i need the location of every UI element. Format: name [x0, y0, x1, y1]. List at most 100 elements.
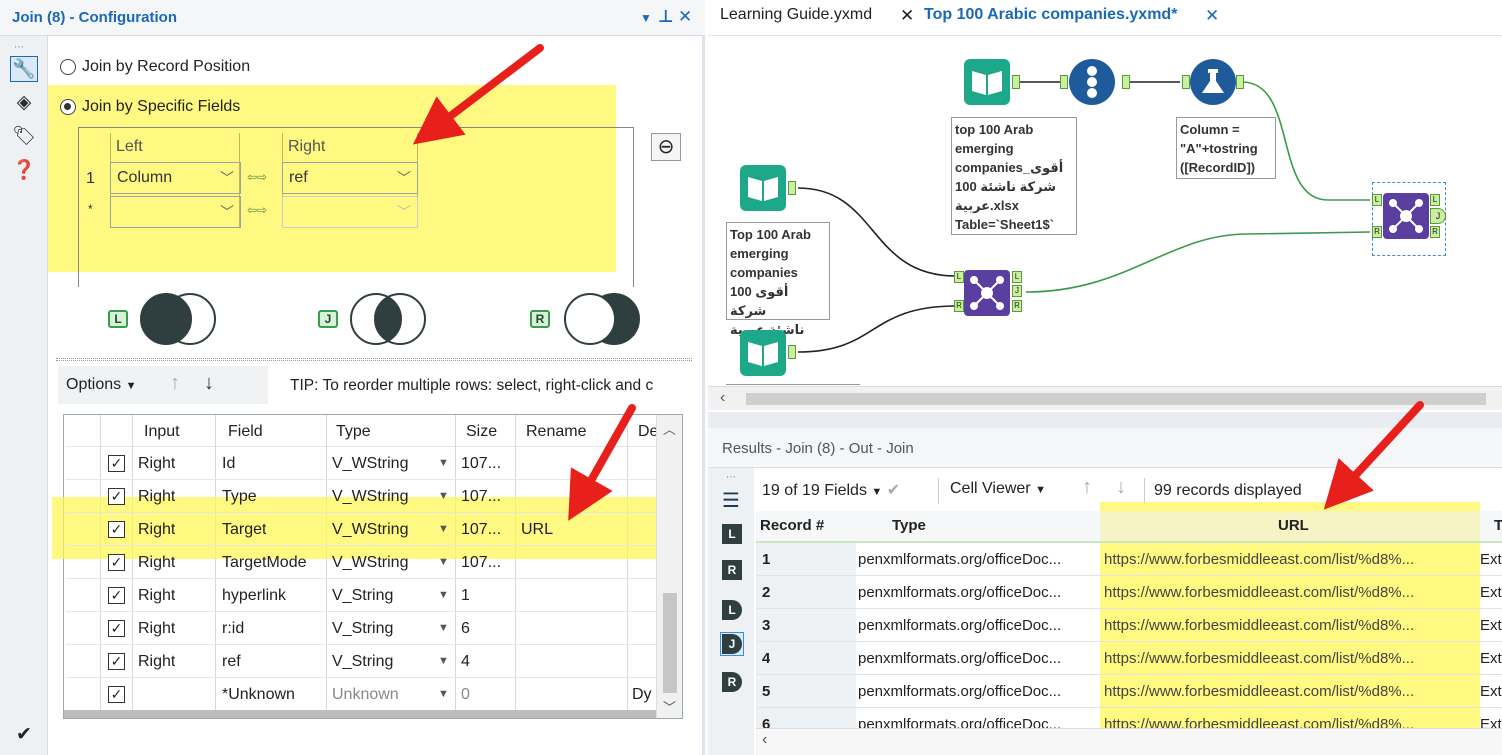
- input-book-icon[interactable]: [740, 330, 786, 376]
- left-output-port[interactable]: L: [1430, 194, 1440, 206]
- scroll-left-icon[interactable]: ‹: [720, 389, 725, 407]
- checkbox[interactable]: ✓: [108, 554, 125, 571]
- table-row[interactable]: ✓ Right Target V_WString ▼ 107... URL: [66, 513, 656, 546]
- cell-type[interactable]: Unknown: [332, 678, 399, 711]
- join-node-icon[interactable]: [964, 270, 1010, 316]
- cell-t[interactable]: Ext: [1480, 543, 1502, 576]
- chevron-down-icon[interactable]: ▼: [438, 513, 449, 546]
- cell-size[interactable]: 107...: [461, 513, 501, 546]
- cell-size[interactable]: 107...: [461, 447, 501, 480]
- scroll-thumb[interactable]: [746, 393, 1486, 405]
- checkbox[interactable]: ✓: [108, 587, 125, 604]
- help-icon[interactable]: ❓: [10, 158, 38, 184]
- navigate-icon[interactable]: ◈: [10, 90, 38, 116]
- table-row[interactable]: ✓ *Unknown Unknown ▼ 0 Dy: [66, 678, 656, 711]
- header-type[interactable]: Type: [892, 509, 926, 542]
- table-row[interactable]: ✓ Right Type V_WString ▼ 107...: [66, 480, 656, 513]
- formula-flask-icon[interactable]: [1190, 59, 1236, 105]
- header-field[interactable]: Field: [228, 415, 263, 448]
- right-input-port[interactable]: R: [1372, 226, 1382, 238]
- inner-join-venn-icon[interactable]: [342, 291, 462, 347]
- l-anchor-icon[interactable]: L: [722, 524, 742, 544]
- header-url[interactable]: URL: [1278, 509, 1309, 542]
- vertical-scrollbar[interactable]: ︿ ﹀: [656, 415, 682, 718]
- cell-t[interactable]: Ext: [1480, 675, 1502, 708]
- move-down-icon[interactable]: ↓: [204, 372, 214, 395]
- cell-rename[interactable]: URL: [521, 513, 553, 546]
- r-output-icon[interactable]: R: [722, 672, 742, 692]
- table-row[interactable]: 2 penxmlformats.org/officeDoc... https://w…: [756, 576, 1502, 609]
- checkbox[interactable]: ✓: [108, 521, 125, 538]
- chevron-down-icon[interactable]: ▼: [438, 480, 449, 513]
- left-input-port[interactable]: L: [1372, 194, 1382, 206]
- output-port[interactable]: [788, 181, 796, 195]
- input-port[interactable]: [1060, 75, 1068, 89]
- cell-size[interactable]: 107...: [461, 546, 501, 579]
- chevron-down-icon[interactable]: ▼: [438, 546, 449, 579]
- scroll-up-icon[interactable]: ︿: [663, 419, 676, 438]
- cell-url[interactable]: https://www.forbesmiddleeast.com/list/%d…: [1104, 576, 1474, 609]
- cell-url[interactable]: https://www.forbesmiddleeast.com/list/%d…: [1104, 675, 1474, 708]
- checkbox[interactable]: ✓: [108, 455, 125, 472]
- input-book-icon[interactable]: [740, 165, 786, 211]
- fields-selector[interactable]: 19 of 19 Fields ▼ ✔: [762, 480, 900, 500]
- join-output-port[interactable]: J: [1430, 208, 1446, 224]
- left-output-port[interactable]: L: [1012, 271, 1022, 283]
- cell-type[interactable]: V_WString: [332, 513, 408, 546]
- cell-t[interactable]: Ext: [1480, 576, 1502, 609]
- cell-size[interactable]: 4: [461, 645, 470, 678]
- table-row[interactable]: ✓ Right Id V_WString ▼ 107...: [66, 447, 656, 480]
- input-book-icon[interactable]: [964, 59, 1010, 105]
- cell-description[interactable]: Dy: [632, 678, 652, 711]
- move-up-icon[interactable]: ↑: [170, 372, 180, 395]
- scroll-down-icon[interactable]: ﹀: [663, 697, 676, 716]
- right-output-port[interactable]: R: [1012, 300, 1022, 312]
- scroll-thumb[interactable]: [663, 593, 677, 693]
- left-join-venn-icon[interactable]: [132, 291, 252, 347]
- radio-join-specific-fields[interactable]: Join by Specific Fields: [60, 98, 240, 116]
- scroll-left-icon[interactable]: ‹: [762, 731, 767, 749]
- cell-type[interactable]: V_String: [332, 612, 393, 645]
- header-t[interactable]: T: [1494, 509, 1502, 542]
- cell-size[interactable]: 6: [461, 612, 470, 645]
- chevron-down-icon[interactable]: ▼: [438, 645, 449, 678]
- panel-splitter[interactable]: [56, 358, 692, 361]
- cell-type[interactable]: V_WString: [332, 447, 408, 480]
- join-output-port[interactable]: J: [1012, 285, 1022, 297]
- left-field-select-new[interactable]: ﹀: [110, 196, 241, 228]
- horizontal-scrollbar[interactable]: [64, 710, 656, 718]
- cell-t[interactable]: Ext: [1480, 609, 1502, 642]
- cell-type[interactable]: V_WString: [332, 546, 408, 579]
- output-port[interactable]: [1236, 75, 1244, 89]
- header-record[interactable]: Record #: [760, 509, 824, 542]
- j-output-icon[interactable]: J: [720, 632, 744, 656]
- table-row[interactable]: 4 penxmlformats.org/officeDoc... https://w…: [756, 642, 1502, 675]
- cell-url[interactable]: https://www.forbesmiddleeast.com/list/%d…: [1104, 543, 1474, 576]
- table-row[interactable]: 3 penxmlformats.org/officeDoc... https://w…: [756, 609, 1502, 642]
- r-anchor-icon[interactable]: R: [722, 560, 742, 580]
- checkbox[interactable]: ✓: [108, 620, 125, 637]
- header-size[interactable]: Size: [466, 415, 497, 448]
- cell-size[interactable]: 0: [461, 678, 470, 711]
- record-id-icon[interactable]: [1069, 59, 1115, 105]
- table-row[interactable]: ✓ Right r:id V_String ▼ 6: [66, 612, 656, 645]
- dropdown-icon[interactable]: ▼: [640, 11, 652, 25]
- chevron-down-icon[interactable]: ▼: [438, 579, 449, 612]
- right-join-venn-icon[interactable]: [556, 291, 676, 347]
- cell-type[interactable]: V_WString: [332, 480, 408, 513]
- cell-t[interactable]: Ext: [1480, 642, 1502, 675]
- cell-size[interactable]: 107...: [461, 480, 501, 513]
- left-field-select[interactable]: Column ﹀: [110, 162, 241, 194]
- join-node-icon[interactable]: [1383, 193, 1429, 239]
- table-row[interactable]: 1 penxmlformats.org/officeDoc... https://w…: [756, 543, 1502, 576]
- move-down-icon[interactable]: ↓: [1116, 476, 1126, 499]
- right-field-select-new[interactable]: ﹀: [282, 196, 418, 228]
- radio-join-record-position[interactable]: Join by Record Position: [60, 58, 250, 76]
- cell-url[interactable]: https://www.forbesmiddleeast.com/list/%d…: [1104, 609, 1474, 642]
- cell-type[interactable]: penxmlformats.org/officeDoc...: [858, 609, 1096, 642]
- checkbox[interactable]: ✓: [108, 686, 125, 703]
- right-output-port[interactable]: R: [1430, 226, 1440, 238]
- right-field-select[interactable]: ref ﹀: [282, 162, 418, 194]
- output-port[interactable]: [1122, 75, 1130, 89]
- header-type[interactable]: Type: [336, 415, 371, 448]
